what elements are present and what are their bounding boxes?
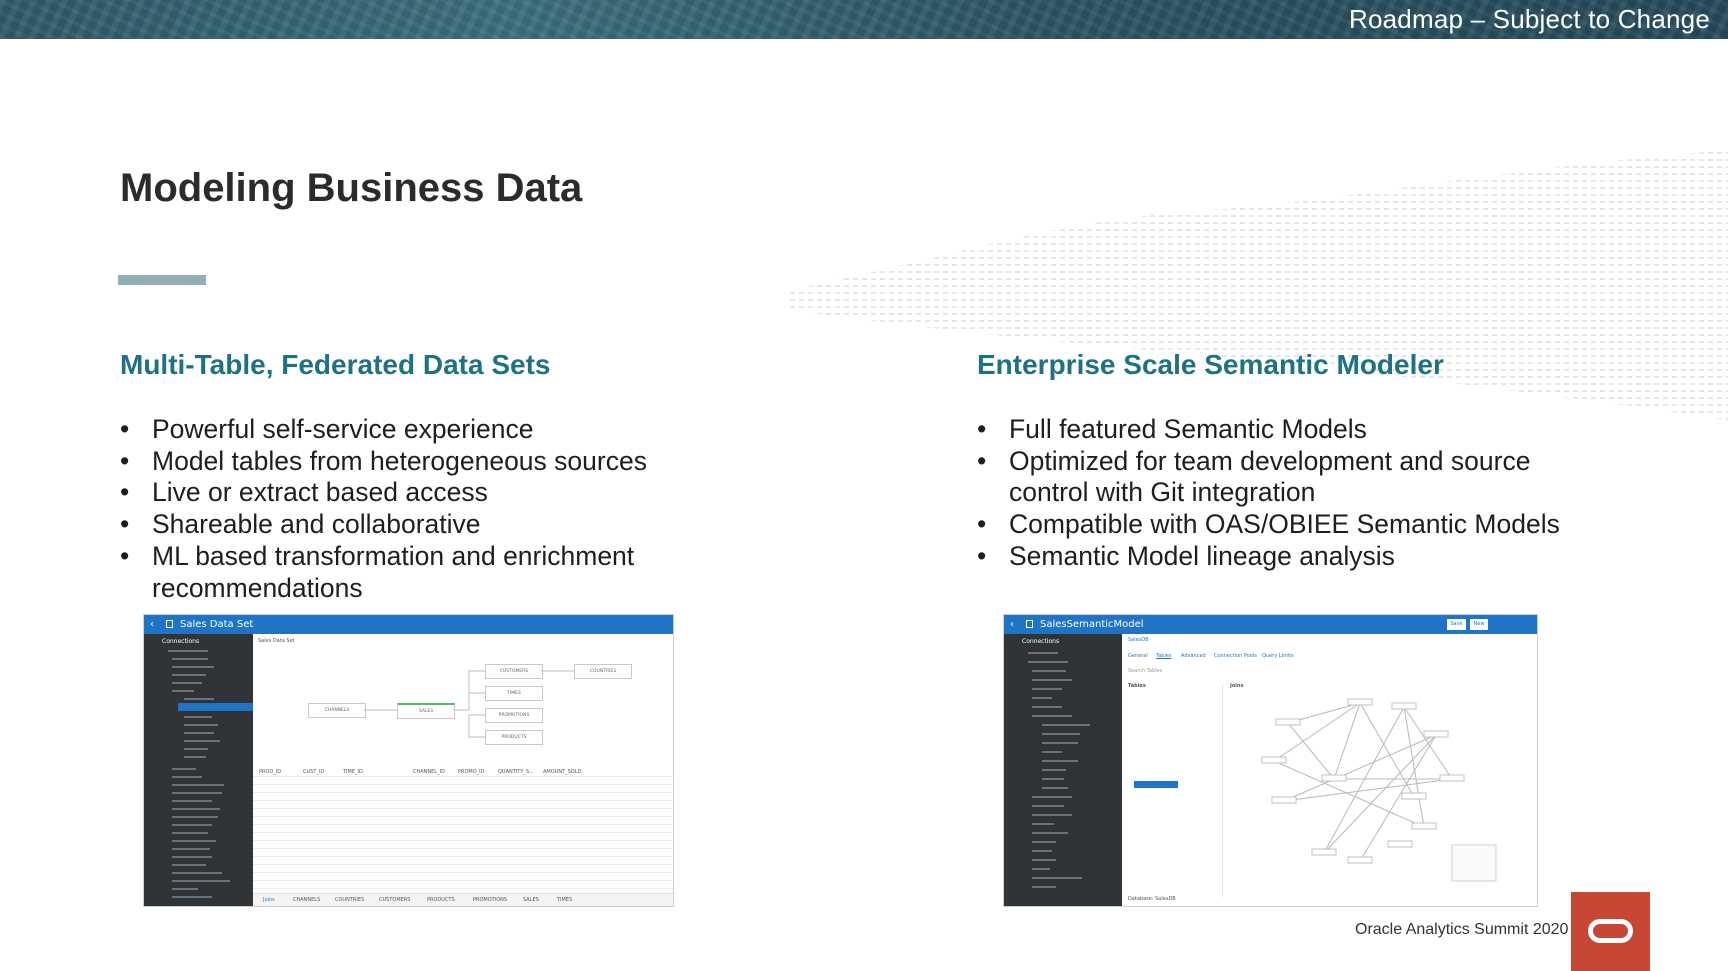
bullet-item: Powerful self-service experience: [120, 414, 680, 446]
model-icon: [1026, 620, 1033, 628]
event-footer: Oracle Analytics Summit 2020: [1355, 921, 1569, 938]
connections-sidebar: Connections: [1004, 634, 1122, 906]
data-preview-grid: PROD_ID CUST_ID TIME_ID CHANNEL_ID PROMO…: [253, 768, 673, 894]
bullet-item: Full featured Semantic Models: [977, 414, 1597, 446]
left-bullet-list: Powerful self-service experience Model t…: [120, 414, 680, 604]
bullet-item: Live or extract based access: [120, 477, 680, 509]
tab-joins[interactable]: Joins: [263, 897, 275, 903]
oracle-ring-icon: [1588, 919, 1633, 943]
tab-products[interactable]: PRODUCTS: [427, 897, 455, 903]
modeler-header-bar: ‹ SalesSemanticModel Save New: [1004, 615, 1537, 634]
connections-label: Connections: [1022, 638, 1060, 645]
join-lines: [364, 670, 574, 738]
tab-general[interactable]: General: [1128, 653, 1148, 659]
tab-channels[interactable]: CHANNELS: [293, 897, 320, 903]
tables-label: Tables: [1128, 683, 1146, 689]
tab-times[interactable]: TIMES: [557, 897, 572, 903]
new-button[interactable]: New: [1470, 619, 1488, 630]
tab-promotions[interactable]: PROMOTIONS: [473, 897, 507, 903]
tab-advanced[interactable]: Advanced: [1181, 653, 1206, 659]
bullet-item: Shareable and collaborative: [120, 509, 680, 541]
dataset-tab-bar: Joins CHANNELS COUNTRIES CUSTOMERS PRODU…: [253, 893, 673, 906]
search-tables-input[interactable]: Search Tables: [1128, 668, 1162, 674]
bullet-item: Model tables from heterogeneous sources: [120, 446, 680, 478]
tab-customers[interactable]: CUSTOMERS: [379, 897, 410, 903]
oracle-logo: [1571, 892, 1650, 971]
left-section-heading: Multi-Table, Federated Data Sets: [120, 349, 551, 380]
page-title: Modeling Business Data: [120, 166, 583, 210]
tab-tables[interactable]: Tables: [1156, 653, 1172, 659]
bullet-item: Optimized for team development and sourc…: [977, 446, 1597, 509]
tab-countries[interactable]: COUNTRIES: [335, 897, 364, 903]
tab-query-limits[interactable]: Query Limits: [1262, 653, 1294, 659]
bullet-item: ML based transformation and enrichment r…: [120, 541, 680, 604]
tab-connection-pools[interactable]: Connection Pools: [1214, 653, 1257, 659]
bullet-item: Compatible with OAS/OBIEE Semantic Model…: [977, 509, 1597, 541]
save-button[interactable]: Save: [1447, 619, 1466, 630]
joins-diagram: [1261, 698, 1497, 882]
bullet-item: Semantic Model lineage analysis: [977, 541, 1597, 573]
tab-sales[interactable]: SALES: [523, 897, 539, 903]
doc-tab-salesdb[interactable]: SalesDB: [1128, 637, 1149, 643]
back-icon: ‹: [1010, 619, 1014, 630]
top-banner: Roadmap – Subject to Change: [0, 0, 1728, 39]
dataset-screenshot: ‹ Sales Data Set Connections Sales Data …: [144, 615, 673, 906]
banner-title: Roadmap – Subject to Change: [1349, 4, 1710, 34]
right-bullet-list: Full featured Semantic Models Optimized …: [977, 414, 1597, 573]
modeler-window-title: SalesSemanticModel: [1040, 619, 1144, 630]
selected-table-row[interactable]: [1134, 781, 1178, 788]
right-section-heading: Enterprise Scale Semantic Modeler: [977, 349, 1444, 380]
database-footer: Database: SalesDB: [1128, 896, 1176, 902]
joins-label: Joins: [1230, 683, 1244, 689]
semantic-modeler-screenshot: ‹ SalesSemanticModel Save New Connection…: [1004, 615, 1537, 906]
title-underline: [118, 275, 206, 285]
